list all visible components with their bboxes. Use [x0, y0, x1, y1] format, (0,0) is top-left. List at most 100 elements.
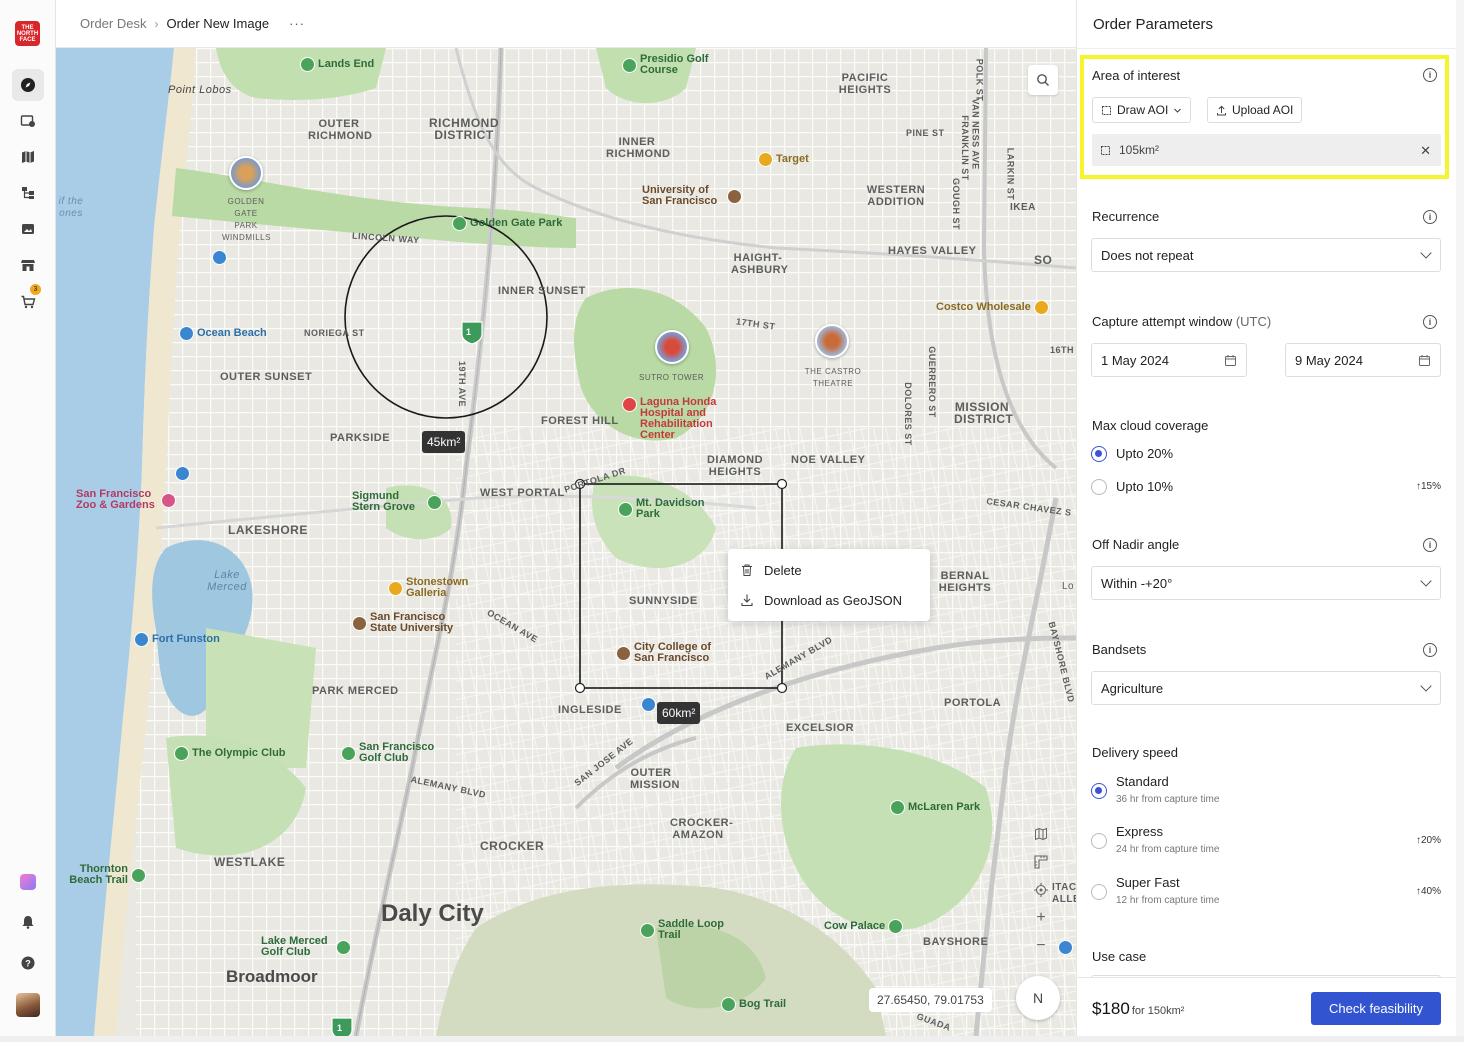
poi-sf-golf-club[interactable]: San Francisco Golf Club [341, 742, 441, 764]
map-compass[interactable]: N [1016, 976, 1060, 1020]
ruler-icon[interactable] [1028, 849, 1054, 875]
info-icon[interactable]: i [1423, 68, 1437, 82]
left-rail: THE NORTH FACE 3 ? [0, 0, 56, 1042]
upload-aoi-button[interactable]: Upload AOI [1207, 97, 1303, 123]
label-bayshore: BAYSHORE [923, 936, 989, 948]
info-icon[interactable]: i [1423, 210, 1437, 224]
bandsets-select[interactable]: Agriculture [1091, 671, 1441, 705]
poi-ocean-beach[interactable]: Ocean Beach [179, 326, 267, 341]
bell-icon[interactable] [12, 906, 44, 938]
windmill-landmark[interactable] [229, 156, 263, 190]
workflow-icon[interactable] [12, 177, 44, 209]
price-surcharge: ↑20% [1415, 835, 1441, 846]
label-crocker-amazon: CROCKER-AMAZON [670, 817, 734, 841]
recurrence-select[interactable]: Does not repeat [1091, 238, 1441, 272]
poi-bog-trail[interactable]: Bog Trail [721, 997, 786, 1012]
check-feasibility-button[interactable]: Check feasibility [1311, 992, 1441, 1025]
brand-logo[interactable]: THE NORTH FACE [15, 21, 40, 46]
label-outer-sunset: OUTER SUNSET [220, 371, 313, 383]
poi-usf[interactable]: University of San Francisco [642, 185, 742, 207]
poi-presidio[interactable]: Presidio Golf Course [622, 54, 712, 76]
poi-laguna-honda[interactable]: Laguna Honda Hospital and Rehabilitation… [622, 397, 732, 441]
avatar[interactable] [12, 989, 44, 1021]
poi-sfsu[interactable]: San Francisco State University [352, 612, 472, 634]
castro-theatre-landmark[interactable] [815, 324, 849, 358]
poi-lands-end[interactable]: Lands End [300, 57, 374, 72]
help-icon[interactable]: ? [12, 947, 44, 979]
radio-button[interactable] [1091, 783, 1107, 799]
draw-aoi-button[interactable]: Draw AOI [1092, 97, 1192, 123]
poi-thornton-beach[interactable]: Thornton Beach Trail [56, 864, 146, 886]
recurrence-label: Recurrence [1092, 209, 1160, 224]
park-icon [300, 57, 315, 72]
poi-stonestown[interactable]: Stonestown Galleria [388, 577, 488, 599]
map-canvas[interactable]: 1 1 Daly City Broadmoor RICHMOND DISTRIC… [56, 48, 1076, 1036]
label-lakeshore: LAKESHORE [228, 523, 308, 537]
compass-icon[interactable] [12, 69, 44, 101]
start-date-field[interactable]: 1 May 2024 [1091, 343, 1247, 377]
store-icon[interactable] [12, 249, 44, 281]
poi-sf-zoo[interactable]: San Francisco Zoo & Gardens [76, 489, 176, 511]
label-westlake: WESTLAKE [214, 855, 286, 869]
poi-cow-palace[interactable]: Cow Palace [824, 919, 904, 934]
download-geojson-menu-item[interactable]: Download as GeoJSON [728, 585, 930, 615]
map-icon[interactable] [12, 141, 44, 173]
map-layers-icon[interactable] [1028, 821, 1054, 847]
end-date-field[interactable]: 9 May 2024 [1285, 343, 1441, 377]
delivery-option-express[interactable]: Express 24 hr from capture time ↑20% [1091, 824, 1441, 860]
poi-target[interactable]: Target [758, 152, 809, 167]
close-icon[interactable]: ✕ [1420, 143, 1431, 159]
poi-mt-davidson[interactable]: Mt. Davidson Park [618, 498, 718, 520]
transit-icon[interactable] [175, 466, 190, 481]
poi-lake-merced-golf[interactable]: Lake Merced Golf Club [261, 936, 351, 958]
poi-mclaren-park[interactable]: McLaren Park [890, 800, 980, 815]
more-options-button[interactable]: ··· [289, 16, 305, 31]
radio-button[interactable] [1091, 479, 1107, 495]
zoom-in-icon[interactable]: + [1028, 905, 1054, 931]
ai-assistant-icon[interactable] [12, 866, 44, 898]
star-icon [134, 632, 149, 647]
hospital-icon [622, 397, 637, 412]
delivery-option-super-fast[interactable]: Super Fast 12 hr from capture time ↑40% [1091, 875, 1441, 911]
delete-menu-item[interactable]: Delete [728, 555, 930, 585]
poi-olympic-club[interactable]: The Olympic Club [174, 746, 286, 761]
label-sunnyside: SUNNYSIDE [629, 595, 698, 607]
poi-sigmund-stern[interactable]: Sigmund Stern Grove [352, 491, 442, 513]
poi-saddle-loop[interactable]: Saddle Loop Trail [640, 919, 730, 941]
radio-button[interactable] [1091, 833, 1107, 849]
image-order-icon[interactable] [12, 105, 44, 137]
info-icon[interactable]: i [1423, 643, 1437, 657]
sutro-tower-landmark[interactable] [655, 330, 689, 364]
radio-button[interactable] [1091, 446, 1107, 462]
scrollbar[interactable] [1456, 0, 1464, 1036]
radio-button[interactable] [1091, 884, 1107, 900]
info-icon[interactable]: i [1423, 538, 1437, 552]
poi-costco[interactable]: Costco Wholesale [936, 300, 1049, 315]
poi-fort-funston[interactable]: Fort Funston [134, 632, 220, 647]
off-nadir-select[interactable]: Within -+20° [1091, 566, 1441, 600]
transit-icon[interactable] [212, 250, 227, 265]
panel-title: Order Parameters [1093, 16, 1214, 33]
label-bernal-heights: BERNAL HEIGHTS [938, 570, 992, 594]
transit-icon[interactable] [641, 697, 656, 712]
poi-city-college[interactable]: City College of San Francisco [616, 642, 726, 664]
transit-icon[interactable] [1058, 940, 1073, 955]
zoom-out-icon[interactable]: − [1028, 933, 1054, 959]
breadcrumb-order-desk[interactable]: Order Desk [80, 16, 146, 31]
zoo-icon [161, 492, 176, 508]
cart-icon[interactable]: 3 [12, 284, 44, 318]
calendar-icon [1419, 355, 1430, 366]
map-search-button[interactable] [1028, 65, 1058, 95]
delivery-option-standard[interactable]: Standard 36 hr from capture time [1091, 774, 1441, 810]
label-diamond-heights: DIAMOND HEIGHTS [706, 454, 764, 478]
poi-golden-gate-park[interactable]: Golden Gate Park [452, 216, 562, 231]
golf-icon [336, 939, 351, 955]
aoi-list-item[interactable]: 105km² ✕ [1092, 134, 1441, 166]
cart-badge: 3 [30, 284, 41, 295]
label-inner-richmond: INNER RICHMOND [606, 136, 671, 160]
locate-icon[interactable] [1028, 877, 1054, 903]
gallery-icon[interactable] [12, 213, 44, 245]
info-icon[interactable]: i [1423, 315, 1437, 329]
panel-scroll-area[interactable]: Area of interest i Draw AOI Upload AOI 1… [1077, 49, 1457, 977]
search-icon [1037, 74, 1049, 86]
